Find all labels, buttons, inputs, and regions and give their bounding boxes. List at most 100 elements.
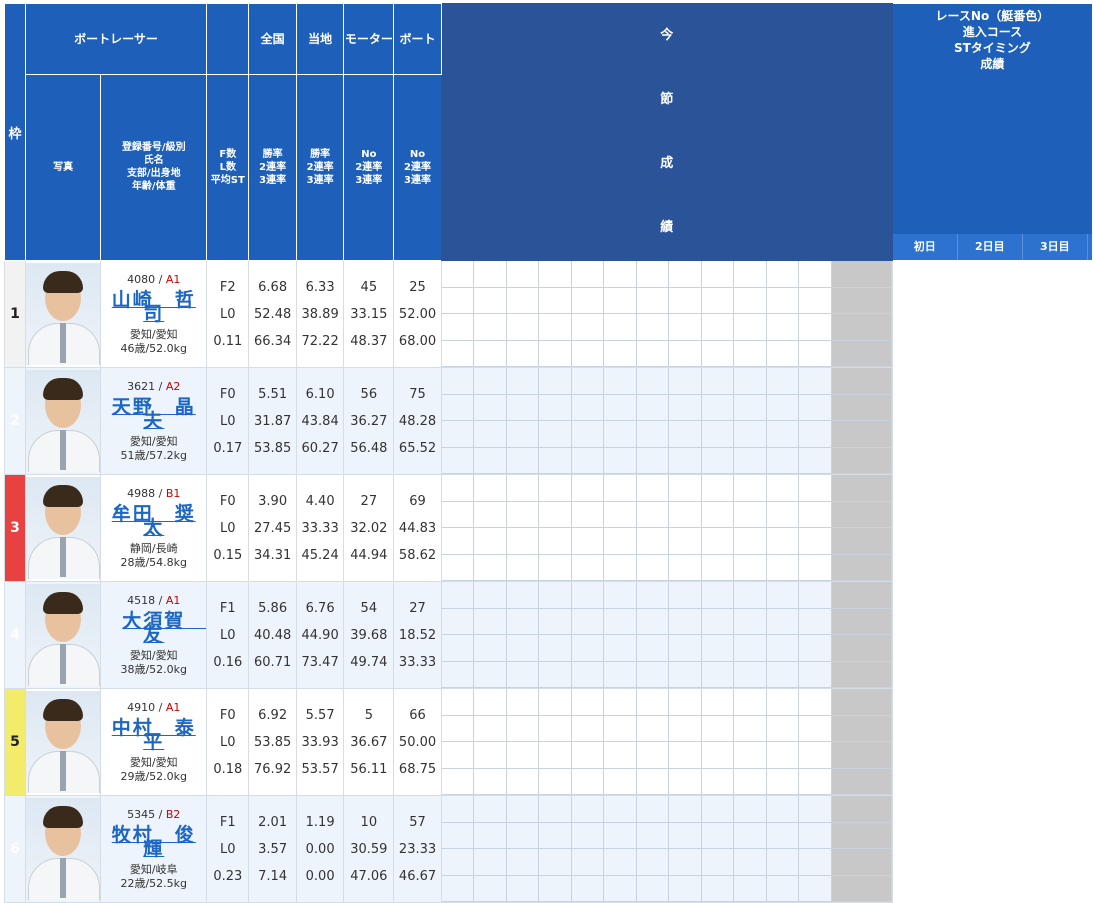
result-cell [604, 796, 637, 823]
racer-name-link[interactable]: 中村 泰平 [102, 718, 206, 751]
boat-2ren: 48.28 [398, 413, 437, 429]
result-cell [539, 554, 572, 581]
result-cell [506, 822, 540, 849]
result-cell [701, 875, 735, 902]
day-header-2: 2日目 [958, 234, 1023, 260]
touchi-stats: 6.76 44.90 73.47 [295, 581, 345, 689]
result-cell [604, 582, 637, 609]
l-count: L0 [220, 627, 236, 643]
motor-3ren: 48.37 [350, 333, 388, 349]
result-cell [636, 340, 670, 367]
racer-age-weight: 29歳/52.0kg [120, 769, 188, 783]
motor-rate-line3: 3連率 [355, 174, 383, 186]
result-cell [766, 689, 800, 716]
racer-photo[interactable] [26, 477, 100, 579]
result-cell [539, 421, 572, 448]
boat-stats: 57 23.33 46.67 [393, 795, 442, 903]
day-header-4: 4日目 [1088, 234, 1092, 260]
result-cell [442, 261, 475, 288]
result-cell [636, 635, 670, 662]
racer-photo[interactable] [26, 370, 100, 472]
racer-reg: 4988 / B1 [127, 486, 181, 500]
results-title-line2: 進入コース [962, 25, 1023, 39]
result-cell [571, 475, 605, 502]
racer-age-weight: 51歳/57.2kg [120, 448, 188, 462]
result-cell [669, 368, 702, 395]
f-count: F0 [219, 707, 236, 723]
result-cell [474, 608, 507, 635]
result-cell [539, 287, 572, 314]
result-cell [766, 582, 800, 609]
zen-2ren: 3.57 [258, 841, 288, 857]
racer-photo[interactable] [26, 263, 100, 365]
result-cell [636, 528, 670, 555]
racer-row: 6 5345 / B2 牧村 俊輝 愛知/岐阜 22歳/52.5kg F1 L0 0.23 2.… [4, 795, 1093, 903]
result-cell [701, 314, 735, 341]
result-cell [604, 447, 637, 474]
result-cell [474, 421, 507, 448]
boat-stats: 25 52.00 68.00 [393, 260, 442, 368]
result-cell [442, 796, 475, 823]
konsetsu-char-4: 績 [660, 220, 674, 235]
result-cell [799, 314, 832, 341]
racer-reg: 5345 / B2 [127, 807, 181, 821]
konsetsu-char-3: 成 [660, 156, 674, 171]
racer-info: 4080 / A1 山崎 哲司 愛知/愛知 46歳/52.0kg [100, 260, 208, 368]
fl-header: F数 L数 平均ST [206, 73, 250, 262]
racer-photo[interactable] [26, 798, 100, 900]
result-cell [571, 368, 605, 395]
result-cell [734, 394, 767, 421]
racer-name-link[interactable]: 大須賀 友 [102, 611, 206, 644]
result-cell [506, 447, 540, 474]
result-cell [799, 475, 832, 502]
boat-no: 75 [409, 386, 426, 402]
result-cell [766, 822, 800, 849]
touchi-stats: 6.10 43.84 60.27 [295, 367, 345, 475]
result-cell [766, 314, 800, 341]
result-cell-gray [831, 768, 892, 795]
boat-3ren: 65.52 [398, 440, 437, 456]
racer-photo[interactable] [26, 584, 100, 686]
result-cell [474, 368, 507, 395]
waku-number: 6 [4, 795, 26, 903]
result-cell [734, 475, 767, 502]
racer-name-link[interactable]: 牟田 奨太 [102, 504, 206, 537]
racer-name-link[interactable]: 山崎 哲司 [102, 290, 206, 323]
racer-info-header: 登録番号/級別 氏名 支部/出身地 年齢/体重 [100, 73, 208, 262]
result-cell [539, 796, 572, 823]
result-cell [506, 796, 540, 823]
result-cell [669, 447, 702, 474]
result-cell-gray [831, 582, 892, 609]
zen-2ren: 31.87 [254, 413, 292, 429]
motor-3ren: 49.74 [350, 654, 388, 670]
racer-name-link[interactable]: 天野 晶夫 [102, 397, 206, 430]
racer-row: 1 4080 / A1 山崎 哲司 愛知/愛知 46歳/52.0kg F2 L0 0.11 6.… [4, 260, 1093, 368]
zen-win: 3.90 [258, 493, 288, 509]
result-cell [701, 742, 735, 769]
tou-win: 6.10 [305, 386, 335, 402]
result-cell [799, 554, 832, 581]
racer-photo[interactable] [26, 691, 100, 793]
result-cell [636, 421, 670, 448]
racer-age-weight: 28歳/54.8kg [120, 555, 188, 569]
result-cell [766, 421, 800, 448]
result-cell [669, 501, 702, 528]
racer-name-link[interactable]: 牧村 俊輝 [102, 825, 206, 858]
result-cell [506, 635, 540, 662]
result-cell [442, 287, 475, 314]
result-cell [734, 822, 767, 849]
result-cell [636, 689, 670, 716]
result-cell [701, 796, 735, 823]
result-cell [734, 661, 767, 688]
tou-rate-line3: 3連率 [306, 174, 334, 186]
result-cell [799, 582, 832, 609]
result-cell-gray [831, 528, 892, 555]
result-cell [799, 394, 832, 421]
result-cell [701, 261, 735, 288]
fl-line3: 平均ST [210, 174, 245, 186]
result-cell [539, 340, 572, 367]
result-cell [799, 421, 832, 448]
motor-3ren: 47.06 [350, 868, 388, 884]
result-cell [506, 849, 540, 876]
result-cell [571, 261, 605, 288]
